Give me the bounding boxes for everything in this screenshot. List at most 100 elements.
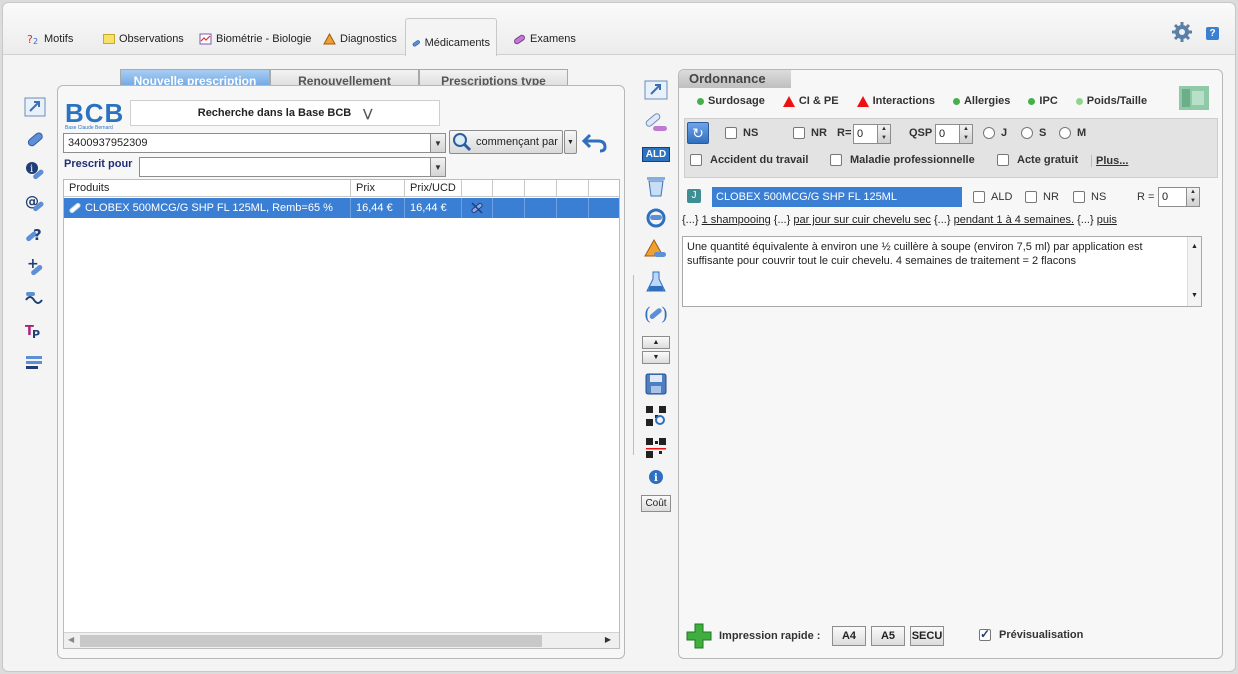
prescrit-pour-select[interactable]: ▼ (139, 157, 446, 177)
radio-button[interactable] (1059, 127, 1071, 139)
posology-placeholder[interactable]: {...} (1077, 214, 1094, 226)
expand-icon[interactable] (23, 95, 47, 119)
acte-gratuit-checkbox[interactable]: Acte gratuit (997, 154, 1078, 166)
scrollbar-thumb[interactable] (80, 635, 542, 647)
nr-checkbox[interactable]: NR (793, 127, 827, 139)
stepper-arrows-icon[interactable]: ▲ ▼ (959, 125, 972, 143)
posology-placeholder[interactable]: {...} (774, 214, 791, 226)
trash-icon[interactable] (643, 173, 669, 199)
medication-note-textarea[interactable]: Une quantité équivalente à environ une ½… (682, 236, 1202, 307)
help-icon[interactable]: ? (1206, 27, 1219, 40)
checkbox[interactable] (830, 154, 842, 166)
alert-surdosage[interactable]: Surdosage (697, 95, 765, 107)
vertical-scrollbar[interactable]: ▲ ▼ (1187, 237, 1201, 306)
tp-pill-icon[interactable]: TP (23, 319, 47, 343)
radio-j[interactable]: J (983, 127, 1007, 139)
scroll-right-icon[interactable]: ▶ (605, 635, 611, 644)
flask-icon[interactable] (643, 269, 669, 295)
tab-diagnostics[interactable]: Diagnostics (323, 29, 397, 49)
dropdown-arrow-icon[interactable]: ▼ (430, 134, 445, 152)
qr-code-icon[interactable] (643, 435, 669, 461)
qsp-stepper[interactable]: 0 ▲ ▼ (935, 124, 973, 144)
alert-allergies[interactable]: Allergies (952, 95, 1010, 107)
formula-pill-icon[interactable]: () (643, 301, 669, 327)
checkbox[interactable] (997, 154, 1009, 166)
info-icon[interactable]: i (643, 467, 669, 487)
med-r-stepper[interactable]: 0 ▲ ▼ (1158, 187, 1200, 207)
wave-pill-icon[interactable] (23, 287, 47, 311)
table-row[interactable]: CLOBEX 500MCG/G SHP FL 125ML, Remb=65 % … (64, 198, 619, 218)
med-ns-checkbox[interactable]: NS (1073, 191, 1106, 203)
scroll-up-icon[interactable]: ▲ (1188, 240, 1201, 254)
preview-checkbox[interactable]: ✓ Prévisualisation (979, 627, 1083, 641)
r-stepper[interactable]: 0 ▲ ▼ (853, 124, 891, 144)
add-plus-icon[interactable] (686, 623, 712, 649)
checkbox[interactable] (690, 154, 702, 166)
accident-travail-checkbox[interactable]: Accident du travail (690, 154, 808, 166)
dropdown-arrow-icon[interactable]: ▼ (430, 158, 445, 176)
tab-observations[interactable]: Observations (103, 29, 184, 49)
radio-button[interactable] (983, 127, 995, 139)
scroll-left-icon[interactable]: ◀ (68, 635, 74, 644)
tab-medicaments[interactable]: Médicaments (405, 18, 497, 56)
search-mode-dropdown[interactable]: ▼ (564, 130, 577, 154)
med-nr-checkbox[interactable]: NR (1025, 191, 1059, 203)
move-up-button[interactable]: ▲ (642, 336, 670, 349)
ald-checkbox[interactable]: ALD (973, 191, 1012, 203)
print-a5-button[interactable]: A5 (871, 626, 905, 646)
posology-placeholder[interactable]: {...} (682, 214, 699, 226)
alert-ci-pe[interactable]: CI & PE (782, 95, 839, 107)
list-pill-icon[interactable] (23, 351, 47, 375)
undo-icon[interactable] (582, 131, 608, 153)
save-icon[interactable] (643, 371, 669, 397)
radio-m[interactable]: M (1059, 127, 1086, 139)
posology-then[interactable]: puis (1097, 214, 1117, 226)
gear-icon[interactable] (1171, 21, 1193, 43)
checkbox[interactable] (1073, 191, 1085, 203)
question-pill-icon[interactable]: ? (23, 223, 47, 247)
move-down-button[interactable]: ▼ (642, 351, 670, 364)
tab-biometrie[interactable]: Biométrie - Biologie (199, 29, 311, 49)
maladie-professionnelle-checkbox[interactable]: Maladie professionnelle (830, 154, 975, 166)
print-a4-button[interactable]: A4 (832, 626, 866, 646)
stepper-arrows-icon[interactable]: ▲ ▼ (877, 125, 890, 143)
checkbox[interactable] (793, 127, 805, 139)
posology-dose[interactable]: 1 shampooing (702, 214, 771, 226)
print-secu-button[interactable]: SECU (910, 626, 944, 646)
column-header-prix[interactable]: Prix (351, 180, 405, 197)
stepper-arrows-icon[interactable]: ▲ ▼ (1186, 188, 1199, 206)
radio-s[interactable]: S (1021, 127, 1046, 139)
bcb-search-header[interactable]: Recherche dans la Base BCB ⋁ (130, 100, 440, 126)
checkbox[interactable] (725, 127, 737, 139)
qr-search-icon[interactable] (643, 403, 669, 429)
refresh-pill-icon[interactable] (643, 205, 669, 231)
pill-stack-icon[interactable] (643, 109, 669, 135)
cout-button[interactable]: Coût (641, 493, 671, 513)
pill-add-icon[interactable] (23, 127, 47, 151)
alert-ipc[interactable]: IPC (1028, 95, 1058, 107)
scroll-down-icon[interactable]: ▼ (1188, 289, 1201, 303)
at-pill-icon[interactable]: @ (23, 191, 47, 215)
column-header-prix-ucd[interactable]: Prix/UCD (405, 180, 462, 197)
checkbox-checked[interactable]: ✓ (979, 627, 991, 641)
radio-button[interactable] (1021, 127, 1033, 139)
checkbox[interactable] (1025, 191, 1037, 203)
checkbox[interactable] (973, 191, 985, 203)
plus-pill-icon[interactable]: + (23, 255, 47, 279)
refresh-button[interactable]: ↻ (687, 122, 709, 144)
posology-frequency[interactable]: par jour sur cuir chevelu sec (793, 214, 931, 226)
plus-link[interactable]: Plus... (1091, 155, 1128, 167)
posology-duration[interactable]: pendant 1 à 4 semaines. (954, 214, 1074, 226)
alert-poids-taille[interactable]: Poids/Taille (1075, 95, 1147, 107)
info-pill-icon[interactable]: i (23, 159, 47, 183)
tab-motifs[interactable]: ? 2 Motifs (27, 29, 73, 49)
ald-icon[interactable]: ALD (641, 141, 671, 167)
horizontal-scrollbar[interactable]: ◀ ▶ (64, 632, 619, 648)
expand-icon[interactable] (643, 77, 669, 103)
search-input[interactable]: 3400937952309 ▼ (63, 133, 446, 153)
tab-examens[interactable]: Examens (513, 29, 576, 49)
alert-interactions[interactable]: Interactions (856, 95, 935, 107)
body-map-icon[interactable] (1178, 85, 1210, 111)
medication-line[interactable]: CLOBEX 500MCG/G SHP FL 125ML (712, 187, 962, 207)
warning-pill-icon[interactable] (643, 237, 669, 263)
